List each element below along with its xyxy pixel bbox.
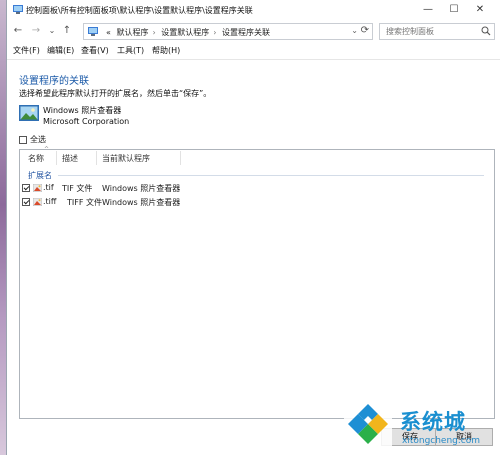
extension-description: TIFF 文件 [67,198,102,207]
column-header-current-default[interactable]: 当前默认程序 [102,153,150,164]
breadcrumb: « 默认程序 › 设置默认程序 › 设置程序关联 [106,27,273,38]
menu-bar: 文件(F) 编辑(E) 查看(V) 工具(T) 帮助(H) [7,44,500,58]
current-default-program: Windows 照片查看器 [102,198,181,207]
menu-file[interactable]: 文件(F) [13,45,40,56]
menu-help[interactable]: 帮助(H) [152,45,180,56]
recent-locations-button[interactable]: ⌄ [45,24,59,38]
menu-view[interactable]: 查看(V) [81,45,109,56]
watermark-brand: 系统城 [400,410,466,434]
up-button[interactable]: ↑ [60,24,74,38]
breadcrumb-item-set-associations[interactable]: 设置程序关联 [222,28,270,37]
photo-viewer-icon [19,105,39,121]
address-bar[interactable]: « 默认程序 › 设置默认程序 › 设置程序关联 ⌄ ⟳ [83,23,373,40]
search-box[interactable] [379,23,495,40]
minimize-button[interactable]: — [417,2,439,18]
extension-description: TIF 文件 [62,184,93,193]
control-panel-icon [13,5,23,14]
menu-edit[interactable]: 编辑(E) [47,45,74,56]
watermark: 系统城 xitongcheng.com [340,398,500,455]
breadcrumb-item-set-default-programs[interactable]: 设置默认程序 [161,28,209,37]
list-item[interactable]: .tiff TIFF 文件 Windows 照片查看器 [22,196,322,208]
close-button[interactable]: ✕ [469,2,491,18]
maximize-button[interactable]: ☐ [443,2,465,18]
extension-list[interactable]: ^ 名称 描述 当前默认程序 扩展名 .tif TIF 文件 Windows 照… [19,146,495,419]
control-panel-icon [88,27,98,36]
menu-tools[interactable]: 工具(T) [117,45,144,56]
forward-button[interactable]: → [29,24,43,38]
back-button[interactable]: ← [11,24,25,38]
extension-checkbox[interactable] [22,184,30,192]
instruction-text: 选择希望此程序默认打开的扩展名，然后单击“保存”。 [19,89,212,98]
image-file-icon [33,198,42,206]
title-bar: 控制面板\所有控制面板项\默认程序\设置默认程序\设置程序关联 — ☐ ✕ [7,0,500,20]
select-all-checkbox[interactable]: 全选 [19,134,46,145]
breadcrumb-item-default-programs[interactable]: 默认程序 [116,28,148,37]
column-divider[interactable] [180,151,181,165]
control-panel-window: 控制面板\所有控制面板项\默认程序\设置默认程序\设置程序关联 — ☐ ✕ ← … [6,0,500,455]
list-item[interactable]: .tif TIF 文件 Windows 照片查看器 [22,182,322,194]
column-header-name[interactable]: 名称 [28,153,44,164]
column-divider[interactable] [56,151,57,165]
select-all-label: 全选 [30,135,46,144]
chevron-down-icon[interactable]: ⌄ [351,26,358,35]
navigation-bar: ← → ⌄ ↑ « 默认程序 › 设置默认程序 › 设置程序关联 ⌄ ⟳ [7,21,500,43]
page-title: 设置程序的关联 [19,76,89,87]
extension-name: .tif [43,183,54,192]
checkbox[interactable] [19,135,27,144]
extension-name: .tiff [43,197,57,206]
breadcrumb-separator: › [152,28,156,37]
watermark-logo-icon [344,400,392,448]
extension-checkbox[interactable] [22,198,30,206]
sort-indicator-icon: ^ [44,146,50,153]
window-title: 控制面板\所有控制面板项\默认程序\设置默认程序\设置程序关联 [26,6,253,15]
program-publisher: Microsoft Corporation [43,117,130,126]
program-name: Windows 照片查看器 [43,106,122,115]
column-header-description[interactable]: 描述 [62,153,78,164]
breadcrumb-separator: › [213,28,217,37]
watermark-url: xitongcheng.com [402,436,480,446]
divider [7,59,500,60]
search-input[interactable] [384,26,478,37]
breadcrumb-overflow[interactable]: « [106,28,111,37]
group-header: 扩展名 [28,171,52,180]
current-default-program: Windows 照片查看器 [102,184,181,193]
column-divider[interactable] [96,151,97,165]
image-file-icon [33,184,42,192]
search-icon[interactable] [481,26,491,36]
refresh-icon[interactable]: ⟳ [361,25,369,36]
group-divider [58,175,484,176]
